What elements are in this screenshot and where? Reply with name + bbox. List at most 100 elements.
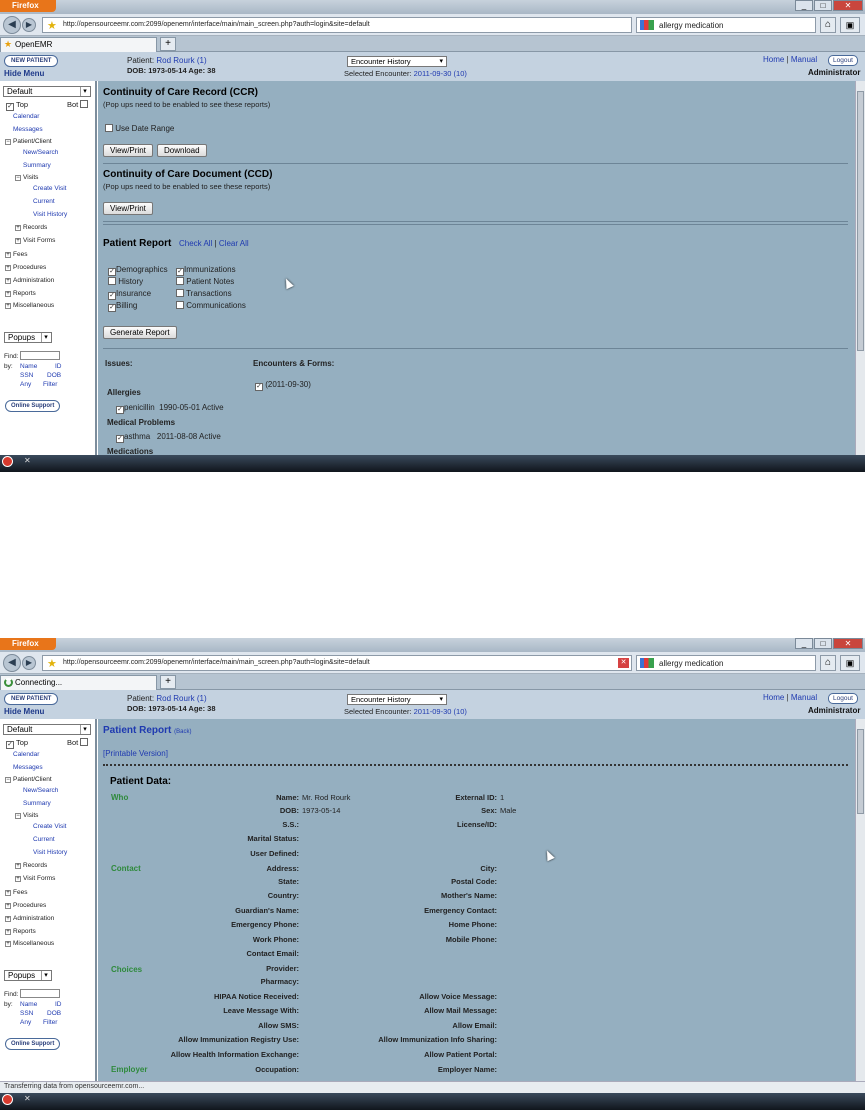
ccr-view-print-button[interactable]: View/Print — [103, 144, 153, 157]
expand-icon[interactable]: + — [5, 890, 11, 896]
expand-icon[interactable]: + — [15, 225, 21, 231]
collapse-icon[interactable]: − — [15, 813, 21, 819]
home-link[interactable]: Home — [763, 693, 784, 702]
menu-records[interactable]: + Records — [15, 862, 47, 869]
patient-name-link[interactable]: Rod Rourk (1) — [156, 56, 206, 65]
collapse-icon[interactable]: − — [5, 139, 11, 145]
opt-billing[interactable]: ✓Billing — [108, 301, 137, 312]
allergy-row[interactable]: ✓penicillin 1990-05-01 Active — [116, 403, 224, 414]
menu-calendar[interactable]: Calendar — [13, 113, 39, 120]
find-by-dob[interactable]: DOB — [47, 372, 61, 379]
menu-summary[interactable]: Summary — [23, 800, 51, 807]
opt-communications[interactable]: Communications — [176, 301, 246, 310]
bot-checkbox[interactable] — [80, 100, 89, 108]
maximize-button[interactable]: □ — [814, 0, 832, 11]
search-box[interactable]: allergy medication — [636, 17, 816, 33]
expand-icon[interactable]: + — [5, 303, 11, 309]
new-patient-button[interactable]: NEW PATIENT — [4, 55, 59, 67]
top-checkbox-row[interactable]: ✓ Top — [6, 738, 28, 749]
menu-messages[interactable]: Messages — [13, 126, 43, 133]
start-orb-icon[interactable] — [2, 1094, 13, 1105]
use-date-range-checkbox[interactable] — [105, 124, 113, 132]
menu-miscellaneous[interactable]: + Miscellaneous — [5, 302, 54, 309]
encounter-history-select[interactable]: Encounter History — [347, 694, 447, 705]
bookmarks-icon[interactable]: ▣ — [840, 17, 860, 33]
immunizations-checkbox[interactable]: ✓ — [176, 268, 184, 276]
menu-visit-forms[interactable]: + Visit Forms — [15, 237, 55, 244]
demographics-checkbox[interactable]: ✓ — [108, 268, 116, 276]
insurance-checkbox[interactable]: ✓ — [108, 292, 116, 300]
hide-menu-link[interactable]: Hide Menu — [4, 69, 44, 78]
clear-all-link[interactable]: Clear All — [219, 239, 249, 248]
menu-visits[interactable]: − Visits — [15, 174, 38, 181]
transactions-checkbox[interactable] — [176, 289, 184, 297]
online-support-button[interactable]: Online Support — [5, 400, 61, 412]
menu-set-select[interactable]: Default — [3, 86, 91, 97]
problem-checkbox[interactable]: ✓ — [116, 435, 124, 443]
menu-procedures[interactable]: + Procedures — [5, 264, 46, 271]
opt-history[interactable]: History — [108, 277, 143, 286]
expand-icon[interactable]: + — [5, 929, 11, 935]
history-checkbox[interactable] — [108, 277, 116, 285]
find-by-id[interactable]: ID — [55, 363, 62, 370]
find-filter[interactable]: Filter — [43, 381, 57, 388]
close-window-button[interactable]: ✕ — [833, 0, 863, 11]
menu-create-visit[interactable]: Create Visit — [33, 185, 66, 192]
find-by-id[interactable]: ID — [55, 1001, 62, 1008]
firefox-menu-button[interactable]: Firefox — [0, 638, 56, 650]
menu-reports[interactable]: + Reports — [5, 928, 36, 935]
taskbar-close-icon[interactable]: ✕ — [24, 1094, 31, 1103]
home-link[interactable]: Home — [763, 55, 784, 64]
use-date-range-row[interactable]: Use Date Range — [105, 124, 174, 133]
find-input[interactable] — [20, 989, 60, 998]
expand-icon[interactable]: + — [5, 252, 11, 258]
menu-new-search[interactable]: New/Search — [23, 149, 58, 156]
menu-create-visit[interactable]: Create Visit — [33, 823, 66, 830]
find-by-ssn[interactable]: SSN — [20, 372, 33, 379]
expand-icon[interactable]: + — [15, 876, 21, 882]
selected-encounter-link[interactable]: 2011-09-30 (10) — [414, 707, 467, 716]
menu-fees[interactable]: + Fees — [5, 251, 27, 258]
ccr-download-button[interactable]: Download — [157, 144, 207, 157]
firefox-menu-button[interactable]: Firefox — [0, 0, 56, 12]
menu-reports[interactable]: + Reports — [5, 290, 36, 297]
manual-link[interactable]: Manual — [791, 55, 817, 64]
menu-calendar[interactable]: Calendar — [13, 751, 39, 758]
menu-visits[interactable]: − Visits — [15, 812, 38, 819]
new-patient-button[interactable]: NEW PATIENT — [4, 693, 59, 705]
billing-checkbox[interactable]: ✓ — [108, 304, 116, 312]
find-by-any[interactable]: Any — [20, 1019, 31, 1026]
opt-insurance[interactable]: ✓Insurance — [108, 289, 151, 300]
generate-report-button[interactable]: Generate Report — [103, 326, 177, 339]
selected-encounter-link[interactable]: 2011-09-30 (10) — [414, 69, 467, 78]
bookmark-star-icon[interactable]: ★ — [47, 19, 57, 32]
menu-records[interactable]: + Records — [15, 224, 47, 231]
expand-icon[interactable]: + — [5, 278, 11, 284]
top-checkbox[interactable]: ✓ — [6, 103, 14, 111]
start-orb-icon[interactable] — [2, 456, 13, 467]
manual-link[interactable]: Manual — [791, 693, 817, 702]
expand-icon[interactable]: + — [5, 265, 11, 271]
expand-icon[interactable]: + — [5, 916, 11, 922]
find-by-any[interactable]: Any — [20, 381, 31, 388]
find-by-name[interactable]: Name — [20, 1001, 37, 1008]
top-checkbox[interactable]: ✓ — [6, 741, 14, 749]
vertical-scrollbar[interactable] — [855, 719, 865, 1081]
expand-icon[interactable]: + — [5, 941, 11, 947]
collapse-icon[interactable]: − — [5, 777, 11, 783]
check-all-link[interactable]: Check All — [179, 239, 212, 248]
stop-icon[interactable]: ✕ — [618, 658, 629, 668]
tab-connecting[interactable]: Connecting... — [0, 675, 157, 690]
problem-row[interactable]: ✓asthma 2011-08-08 Active — [116, 432, 221, 443]
encounter-checkbox[interactable]: ✓ — [255, 383, 263, 391]
encounter-history-select[interactable]: Encounter History — [347, 56, 447, 67]
expand-icon[interactable]: + — [15, 238, 21, 244]
scrollbar-thumb[interactable] — [857, 91, 864, 351]
popups-select[interactable]: Popups — [4, 332, 52, 343]
new-tab-button[interactable]: + — [160, 675, 176, 689]
forward-icon[interactable]: ▶ — [22, 656, 36, 670]
menu-messages[interactable]: Messages — [13, 764, 43, 771]
find-by-dob[interactable]: DOB — [47, 1010, 61, 1017]
hide-menu-link[interactable]: Hide Menu — [4, 707, 44, 716]
bookmarks-icon[interactable]: ▣ — [840, 655, 860, 671]
